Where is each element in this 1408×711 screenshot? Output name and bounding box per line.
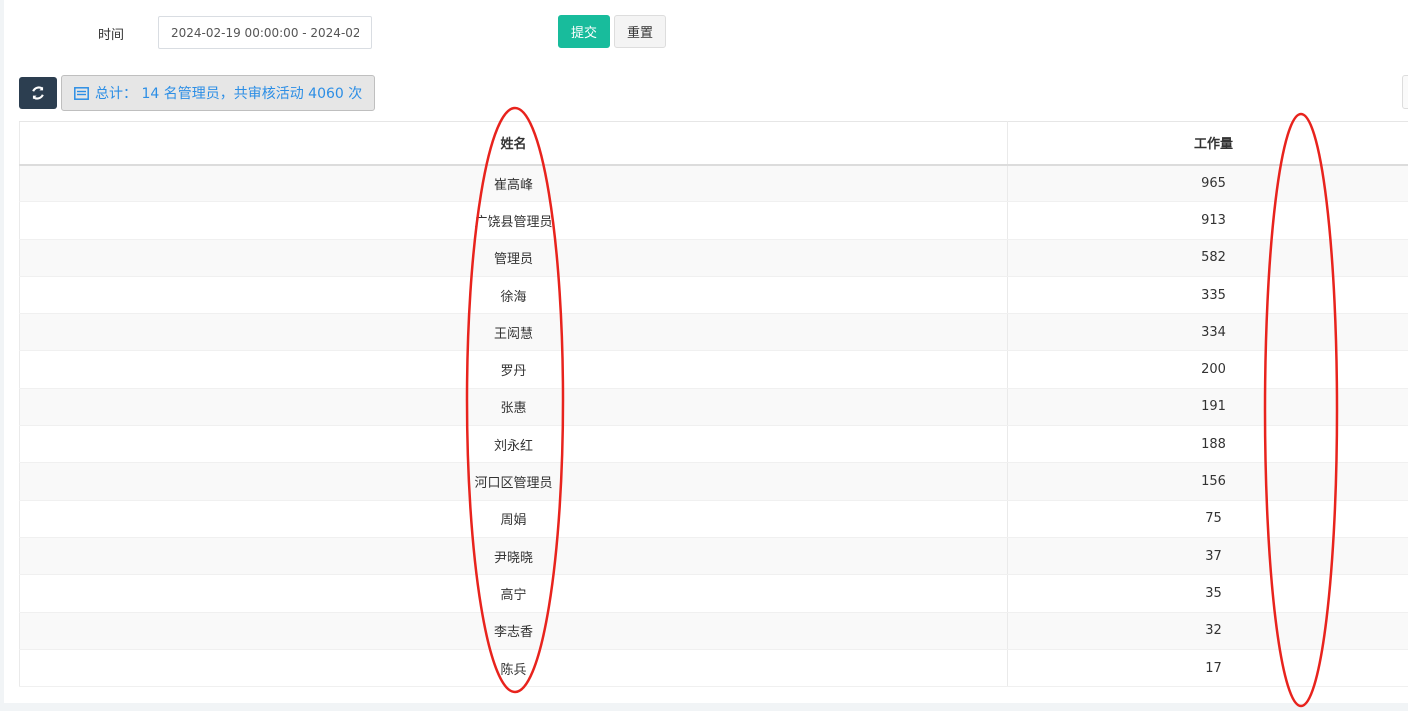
cell-name: 王闳慧 [19, 313, 1008, 352]
cell-count: 200 [1007, 350, 1408, 389]
cell-name: 张惠 [19, 388, 1008, 427]
cell-count: 582 [1007, 239, 1408, 277]
cell-name: 李志香 [19, 612, 1008, 650]
table-row[interactable]: 王闳慧 334 [19, 313, 1408, 352]
table-row[interactable]: 高宁 35 [19, 574, 1408, 613]
table-row[interactable]: 河口区管理员 156 [19, 462, 1408, 501]
cell-name: 罗丹 [19, 350, 1008, 389]
cell-count: 334 [1007, 313, 1408, 352]
summary-badge[interactable]: 总计： 14 名管理员，共审核活动 4060 次 [61, 75, 376, 111]
submit-button[interactable]: 提交 [558, 15, 610, 48]
summary-text: 总计： 14 名管理员，共审核活动 4060 次 [95, 86, 363, 102]
table-row[interactable]: 周娟 75 [19, 500, 1408, 538]
cell-count: 335 [1007, 276, 1408, 315]
cell-name: 刘永红 [19, 425, 1008, 464]
time-label: 时间 [98, 28, 125, 43]
list-icon [74, 86, 89, 100]
cell-count: 37 [1007, 537, 1408, 576]
cell-count: 913 [1007, 201, 1408, 240]
header-name[interactable]: 姓名 [19, 121, 1008, 166]
date-range-input[interactable] [158, 16, 372, 49]
cell-name: 陈兵 [19, 649, 1008, 688]
table-row[interactable]: 罗丹 200 [19, 350, 1408, 389]
table-row[interactable]: 崔高峰 965 [19, 164, 1408, 203]
header-workload[interactable]: 工作量 [1007, 121, 1408, 166]
table-row[interactable]: 广饶县管理员 913 [19, 201, 1408, 240]
cell-count: 156 [1007, 462, 1408, 501]
cell-count: 188 [1007, 425, 1408, 464]
content-panel: 时间 提交 重置 总计： 14 名管理员，共审核活动 4060 次 姓名 工作量… [4, 0, 1408, 703]
table-header-row: 姓名 工作量 [19, 121, 1408, 166]
cell-count: 191 [1007, 388, 1408, 427]
table-row[interactable]: 徐海 335 [19, 276, 1408, 315]
columns-button[interactable] [1402, 75, 1408, 109]
cell-name: 周娟 [19, 500, 1008, 538]
table-row[interactable]: 尹晓晓 37 [19, 537, 1408, 576]
cell-name: 崔高峰 [19, 164, 1008, 203]
refresh-icon [32, 86, 44, 100]
cell-count: 965 [1007, 164, 1408, 203]
cell-count: 32 [1007, 612, 1408, 650]
cell-name: 徐海 [19, 276, 1008, 315]
table-row[interactable]: 李志香 32 [19, 612, 1408, 650]
cell-name: 广饶县管理员 [19, 201, 1008, 240]
cell-count: 35 [1007, 574, 1408, 613]
cell-count: 17 [1007, 649, 1408, 688]
table-row[interactable]: 陈兵 17 [19, 649, 1408, 688]
cell-name: 尹晓晓 [19, 537, 1008, 576]
cell-count: 75 [1007, 500, 1408, 538]
table-row[interactable]: 张惠 191 [19, 388, 1408, 427]
table-row[interactable]: 管理员 582 [19, 239, 1408, 277]
cell-name: 管理员 [19, 239, 1008, 277]
table-row[interactable]: 刘永红 188 [19, 425, 1408, 464]
workload-table: 姓名 工作量 崔高峰 965 广饶县管理员 913 管理员 582 徐海 335 王闳慧… [19, 121, 1408, 688]
cell-name: 高宁 [19, 574, 1008, 613]
reset-button[interactable]: 重置 [614, 15, 666, 48]
refresh-button[interactable] [19, 77, 57, 109]
cell-name: 河口区管理员 [19, 462, 1008, 501]
